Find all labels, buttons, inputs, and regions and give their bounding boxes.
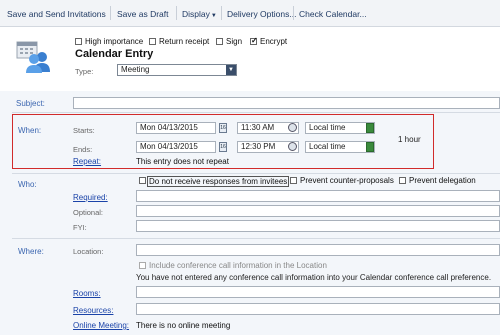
divider (12, 112, 500, 113)
who-label: Who: (18, 180, 37, 189)
required-input[interactable] (136, 190, 500, 202)
toolbar-separator (293, 6, 294, 20)
encrypt-label: Encrypt (260, 37, 288, 46)
type-label: Type: (75, 67, 94, 76)
page-title: Calendar Entry (75, 48, 154, 60)
divider (12, 173, 500, 174)
display-label: Display (182, 9, 210, 19)
fyi-input[interactable] (136, 220, 500, 232)
people-icon (25, 50, 51, 74)
required-link[interactable]: Required: (73, 193, 108, 202)
check-calendar-button[interactable]: Check Calendar... (299, 9, 367, 19)
location-input[interactable] (136, 244, 500, 256)
chevron-down-icon[interactable]: ▼ (226, 65, 236, 75)
conference-note: You have not entered any conference call… (136, 273, 492, 282)
online-meeting-link[interactable]: Online Meeting: (73, 321, 129, 330)
prevent-delegation-checkbox[interactable] (399, 177, 406, 184)
type-select[interactable]: Meeting (117, 64, 237, 76)
return-receipt-checkbox[interactable] (149, 38, 156, 45)
subject-label: Subject: (16, 99, 45, 108)
no-responses-label: Do not receive responses from invitees (147, 176, 290, 187)
toolbar: Save and Send Invitations Save as Draft … (0, 0, 500, 27)
sign-label: Sign (226, 37, 243, 46)
optional-input[interactable] (136, 205, 500, 217)
high-importance-checkbox[interactable] (75, 38, 82, 45)
return-receipt-label: Return receipt (159, 37, 210, 46)
include-conference-checkbox[interactable] (139, 262, 146, 269)
location-label: Location: (73, 247, 104, 256)
prevent-counter-label: Prevent counter-proposals (300, 176, 394, 185)
where-label: Where: (18, 247, 44, 256)
high-importance-label: High importance (85, 37, 144, 46)
include-conference-label: Include conference call information in t… (149, 261, 327, 270)
rooms-input[interactable] (136, 286, 500, 298)
toolbar-separator (221, 6, 222, 20)
delivery-options-button[interactable]: Delivery Options... (227, 9, 296, 19)
save-and-send-button[interactable]: Save and Send Invitations (7, 9, 106, 19)
entry-header: High importance Return receipt Sign Encr… (0, 27, 500, 90)
sign-checkbox[interactable] (216, 38, 223, 45)
resources-input[interactable] (136, 303, 500, 315)
no-responses-checkbox[interactable] (139, 177, 146, 184)
resources-link[interactable]: Resources: (73, 306, 113, 315)
fyi-label: FYI: (73, 223, 87, 232)
when-highlight (12, 114, 434, 169)
divider (12, 238, 500, 239)
encrypt-checkbox[interactable] (250, 36, 258, 45)
optional-label: Optional: (73, 208, 104, 217)
online-meeting-value: There is no online meeting (136, 321, 231, 330)
rooms-link[interactable]: Rooms: (73, 289, 101, 298)
save-as-draft-button[interactable]: Save as Draft (117, 9, 169, 19)
display-menu-button[interactable]: Display▼ (182, 9, 217, 19)
subject-input[interactable] (73, 97, 500, 109)
type-value: Meeting (121, 65, 150, 74)
toolbar-separator (176, 6, 177, 20)
caret-down-icon: ▼ (210, 13, 217, 19)
toolbar-separator (110, 6, 111, 20)
prevent-delegation-label: Prevent delegation (409, 176, 476, 185)
prevent-counter-checkbox[interactable] (290, 177, 297, 184)
